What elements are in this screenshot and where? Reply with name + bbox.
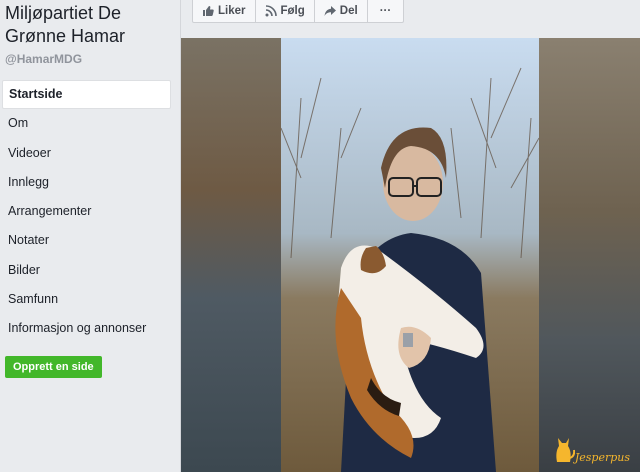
share-arrow-icon [324,6,336,16]
page-action-bar: Liker Følg Del ··· [192,0,405,23]
follow-label: Følg [280,5,305,17]
more-options-button[interactable]: ··· [366,0,404,22]
nav-item-videoer[interactable]: Videoer [0,139,172,168]
share-button[interactable]: Del [313,0,367,22]
video-blur-left [181,38,281,472]
nav-item-bilder[interactable]: Bilder [0,256,172,285]
page-nav: Startside Om Videoer Innlegg Arrangement… [0,80,172,344]
video-frame-image [281,38,539,472]
nav-item-om[interactable]: Om [0,109,172,138]
jesperpus-watermark: Jesperpus [553,434,630,464]
nav-item-notater[interactable]: Notater [0,226,172,255]
nav-item-innlegg[interactable]: Innlegg [0,168,172,197]
like-label: Liker [218,5,246,17]
video-blur-right [539,38,640,472]
nav-item-informasjon[interactable]: Informasjon og annonser [0,314,172,343]
nav-item-arrangementer[interactable]: Arrangementer [0,197,172,226]
nav-item-samfunn[interactable]: Samfunn [0,285,172,314]
page-handle[interactable]: @HamarMDG [5,52,82,66]
like-button[interactable]: Liker [193,0,255,22]
video-player[interactable]: Jesperpus [181,38,640,472]
create-page-button[interactable]: Opprett en side [5,356,102,378]
sidebar: Miljøpartiet De Grønne Hamar @HamarMDG S… [0,0,180,472]
share-label: Del [339,5,358,17]
nav-item-startside[interactable]: Startside [2,80,171,110]
follow-button[interactable]: Følg [254,0,314,22]
thumbs-up-icon [203,6,214,16]
page-title[interactable]: Miljøpartiet De Grønne Hamar [5,2,175,48]
cat-logo-icon [556,438,575,462]
watermark-text: Jesperpus [574,451,630,464]
rss-icon [265,5,277,17]
